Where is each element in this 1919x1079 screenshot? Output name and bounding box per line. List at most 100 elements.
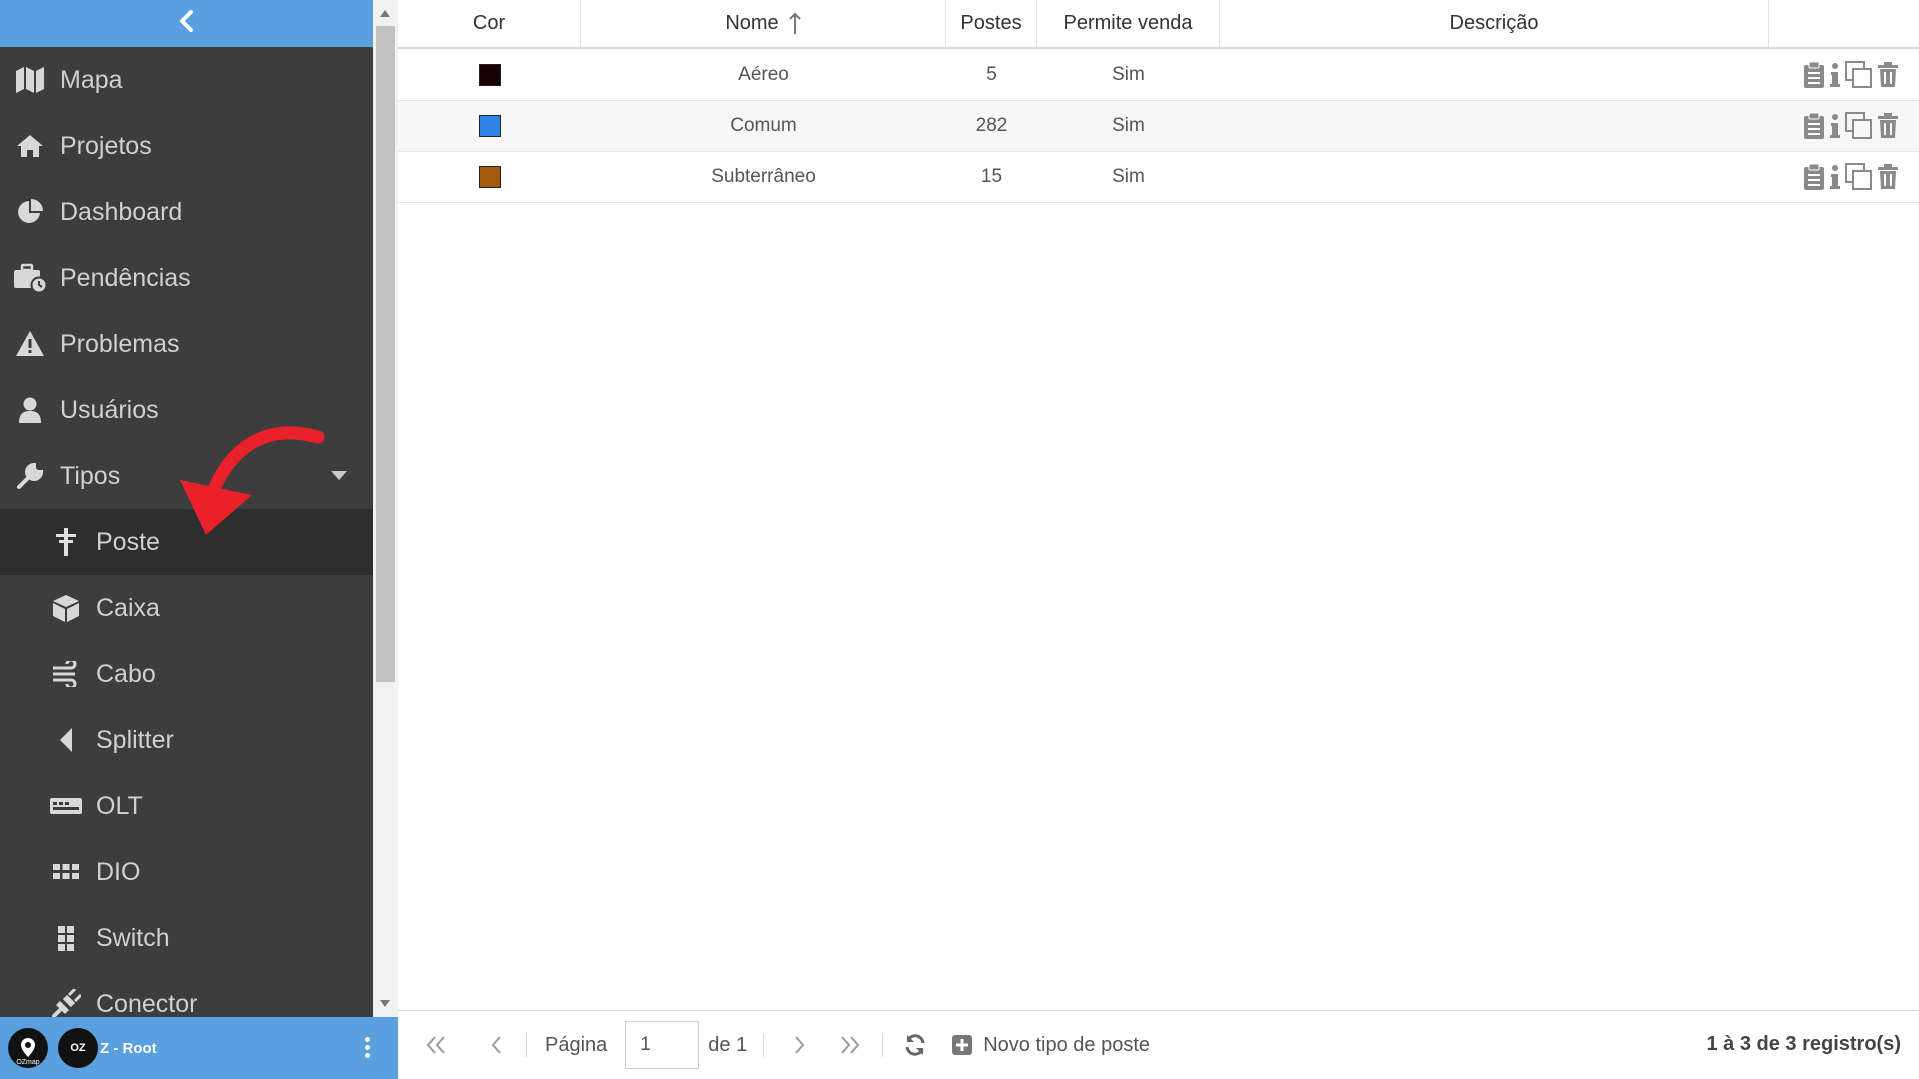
sidebar-item-label: Splitter bbox=[96, 725, 174, 754]
copy-icon[interactable] bbox=[1845, 61, 1873, 89]
map-icon bbox=[12, 62, 48, 98]
row-actions bbox=[1769, 152, 1919, 202]
sidebar-scrollbar[interactable] bbox=[373, 0, 398, 1017]
plus-square-icon bbox=[951, 1034, 973, 1056]
permite-venda-cell: Sim bbox=[1112, 166, 1145, 187]
descricao-cell bbox=[1220, 152, 1769, 202]
more-options-icon[interactable] bbox=[365, 1037, 370, 1058]
sidebar-item-dashboard[interactable]: Dashboard bbox=[0, 179, 373, 245]
header-label: Permite venda bbox=[1063, 12, 1193, 34]
sidebar-item-label: Problemas bbox=[60, 329, 180, 358]
sidebar-item-label: Cabo bbox=[96, 659, 156, 688]
permite-venda-cell: Sim bbox=[1112, 64, 1145, 85]
wrench-icon bbox=[12, 458, 48, 494]
new-poste-type-label: Novo tipo de poste bbox=[983, 1033, 1150, 1056]
sort-ascending-icon bbox=[788, 12, 801, 35]
color-cell bbox=[398, 101, 581, 151]
sidebar-item-caixa[interactable]: Caixa bbox=[0, 575, 373, 641]
column-header-postes[interactable]: Postes bbox=[946, 0, 1037, 47]
last-page-icon[interactable] bbox=[832, 1027, 868, 1063]
sidebar-item-switch[interactable]: Switch bbox=[0, 905, 373, 971]
permite-venda-cell: Sim bbox=[1112, 115, 1145, 136]
column-header-permite-venda[interactable]: Permite venda bbox=[1037, 0, 1220, 47]
sidebar: Mapa Projetos Dashboard Pendências Probl… bbox=[0, 0, 373, 1079]
sidebar-item-olt[interactable]: OLT bbox=[0, 773, 373, 839]
sidebar-nav: Mapa Projetos Dashboard Pendências Probl… bbox=[0, 47, 373, 1037]
page-number-input[interactable] bbox=[625, 1021, 700, 1069]
dio-grid-icon bbox=[48, 854, 84, 890]
descricao-cell bbox=[1220, 50, 1769, 100]
sidebar-item-projetos[interactable]: Projetos bbox=[0, 113, 373, 179]
color-swatch bbox=[478, 166, 501, 188]
logo-text: OZmap bbox=[16, 1059, 40, 1066]
trash-icon[interactable] bbox=[1877, 164, 1899, 190]
annotation-arrow-icon bbox=[180, 426, 325, 535]
ozmap-logo: OZmap bbox=[8, 1028, 48, 1068]
column-header-nome[interactable]: Nome bbox=[581, 0, 946, 47]
sidebar-item-label: Caixa bbox=[96, 593, 160, 622]
scroll-down-icon[interactable] bbox=[380, 1000, 390, 1007]
color-cell bbox=[398, 50, 581, 100]
briefcase-clock-icon bbox=[12, 260, 48, 296]
olt-icon bbox=[48, 788, 84, 824]
copy-icon[interactable] bbox=[1845, 112, 1873, 140]
copy-icon[interactable] bbox=[1845, 163, 1873, 191]
warning-icon bbox=[12, 326, 48, 362]
next-page-icon[interactable] bbox=[782, 1027, 818, 1063]
poste-types-table: Cor Nome Postes Permite venda Descrição … bbox=[398, 0, 1919, 1010]
sidebar-item-label: Mapa bbox=[60, 65, 123, 94]
info-icon[interactable] bbox=[1829, 62, 1841, 88]
row-actions bbox=[1769, 50, 1919, 100]
trash-icon[interactable] bbox=[1877, 113, 1899, 139]
nome-cell: Comum bbox=[730, 115, 797, 136]
header-label: Cor bbox=[472, 12, 506, 34]
scrollbar-thumb[interactable] bbox=[376, 26, 395, 682]
header-label: Nome bbox=[725, 12, 779, 34]
new-poste-type-button[interactable]: Novo tipo de poste bbox=[951, 1034, 1150, 1057]
descricao-cell bbox=[1220, 101, 1769, 151]
trash-icon[interactable] bbox=[1877, 62, 1899, 88]
scroll-up-icon[interactable] bbox=[380, 10, 390, 17]
info-icon[interactable] bbox=[1829, 164, 1841, 190]
postes-cell: 15 bbox=[980, 166, 1003, 187]
column-header-cor[interactable]: Cor bbox=[398, 0, 581, 47]
header-label: Postes bbox=[960, 12, 1022, 34]
sidebar-item-label: Switch bbox=[96, 923, 170, 952]
clipboard-icon[interactable] bbox=[1803, 112, 1825, 140]
clipboard-icon[interactable] bbox=[1803, 61, 1825, 89]
sidebar-item-problemas[interactable]: Problemas bbox=[0, 311, 373, 377]
table-row[interactable]: Subterrâneo 15 Sim bbox=[398, 152, 1919, 203]
avatar-text: OZ bbox=[70, 1042, 86, 1054]
table-row[interactable]: Aéreo 5 Sim bbox=[398, 50, 1919, 101]
refresh-icon[interactable] bbox=[897, 1027, 933, 1063]
sidebar-item-label: DIO bbox=[96, 857, 141, 886]
sidebar-item-cabo[interactable]: Cabo bbox=[0, 641, 373, 707]
column-header-actions bbox=[1769, 0, 1919, 47]
sidebar-item-mapa[interactable]: Mapa bbox=[0, 47, 373, 113]
sidebar-item-dio[interactable]: DIO bbox=[0, 839, 373, 905]
table-header: Cor Nome Postes Permite venda Descrição bbox=[398, 0, 1919, 49]
collapse-sidebar-button[interactable] bbox=[0, 0, 373, 47]
records-count: 1 à 3 de 3 registro(s) bbox=[1706, 1033, 1901, 1055]
cube-icon bbox=[48, 590, 84, 626]
first-page-icon[interactable] bbox=[418, 1027, 454, 1063]
page-total-label: de 1 bbox=[708, 1033, 748, 1056]
caret-down-icon bbox=[331, 471, 347, 480]
cable-icon bbox=[48, 656, 84, 692]
previous-page-icon[interactable] bbox=[478, 1027, 514, 1063]
sidebar-item-splitter[interactable]: Splitter bbox=[0, 707, 373, 773]
color-swatch bbox=[478, 115, 501, 137]
info-icon[interactable] bbox=[1829, 113, 1841, 139]
sidebar-item-pendencias[interactable]: Pendências bbox=[0, 245, 373, 311]
switch-grid-icon bbox=[48, 920, 84, 956]
nome-cell: Subterrâneo bbox=[711, 166, 816, 187]
sidebar-item-label: Projetos bbox=[60, 131, 152, 160]
sidebar-item-label: Conector bbox=[96, 989, 198, 1018]
column-header-descricao[interactable]: Descrição bbox=[1220, 0, 1769, 47]
avatar[interactable]: OZ bbox=[58, 1028, 98, 1068]
clipboard-icon[interactable] bbox=[1803, 163, 1825, 191]
postes-cell: 282 bbox=[975, 115, 1008, 136]
sidebar-item-label: Tipos bbox=[60, 461, 121, 490]
table-row[interactable]: Comum 282 Sim bbox=[398, 101, 1919, 152]
pole-icon bbox=[48, 524, 84, 560]
